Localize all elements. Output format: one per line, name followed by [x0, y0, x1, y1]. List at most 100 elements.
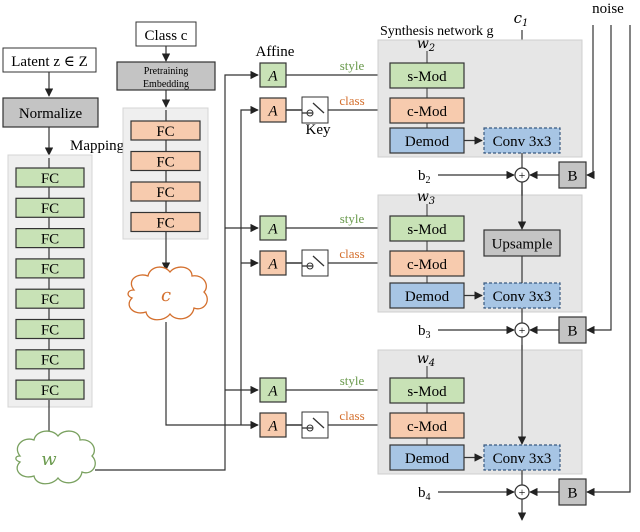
embedding-label-line2: Embedding	[143, 79, 189, 90]
add-node-2: +	[514, 322, 530, 338]
class-affine-3: A	[259, 412, 287, 438]
continuation-ellipsis: ...	[517, 523, 528, 532]
class-fc-2-label: FC	[156, 154, 174, 170]
style-affine-3-label: A	[267, 383, 278, 399]
c-symbol: c	[161, 285, 171, 306]
bias-label-1: b2	[418, 168, 431, 186]
conv3x3-3-label: Conv 3x3	[493, 451, 552, 467]
c1-input: c1	[514, 9, 529, 29]
mapping-fc-4: FC	[15, 258, 85, 279]
s-mod-3: s-Mod	[389, 377, 465, 404]
synthesis-title: Synthesis network g	[380, 24, 494, 39]
mapping-fc-7-label: FC	[41, 353, 59, 369]
demod-2-label: Demod	[405, 289, 450, 305]
mapping-fc-1: FC	[15, 167, 85, 188]
diagram-canvas: Latent z ∈ Z Normalize Mapping FC FC FC FC F…	[2, 1, 631, 532]
key-switch-1[interactable]	[286, 96, 329, 124]
mapping-fc-8: FC	[15, 379, 85, 400]
mapping-fc-2: FC	[15, 197, 85, 218]
noise-scale-box-3: B	[558, 478, 587, 506]
w-latent-cloud: w	[15, 430, 96, 485]
upsample: Upsample	[483, 229, 561, 257]
mapping-fc-8-label: FC	[41, 383, 59, 399]
class-label-2: class	[339, 246, 364, 261]
mapping-fc-7: FC	[15, 349, 85, 370]
class-affine-1-label: A	[267, 103, 278, 119]
affine-row-1: A Astyle class Key	[259, 58, 387, 138]
c-mod-3: c-Mod	[389, 412, 465, 439]
class-affine-2-label: A	[267, 256, 278, 272]
affine-row-2: A Astyle class	[259, 211, 387, 277]
conv3x3-1: Conv 3x3	[483, 127, 561, 154]
key-label: Key	[306, 122, 331, 138]
mapping-fc-3-label: FC	[41, 231, 59, 247]
style-affine-2-label: A	[267, 221, 278, 237]
s-mod-2-label: s-Mod	[407, 222, 447, 238]
c1-subscript: 1	[522, 18, 528, 29]
plus-icon: +	[519, 485, 526, 499]
class-input-box: Class c	[135, 21, 197, 47]
class-fc-3-label: FC	[156, 185, 174, 201]
mapping-fc-2-label: FC	[41, 201, 59, 217]
noise-scale-box-1-label: B	[567, 168, 577, 184]
c-latent-cloud: c	[127, 266, 208, 321]
plus-icon: +	[519, 168, 526, 182]
noise-input-line-2	[586, 25, 612, 335]
class-affine-3-label: A	[267, 418, 278, 434]
s-mod-3-label: s-Mod	[407, 384, 447, 400]
pretraining-embedding-box: Pretraining Embedding	[116, 61, 216, 91]
synthesis-block-1: w2s-Modc-ModDemod Conv 3x3+b2 B	[377, 25, 595, 195]
style-affine-1: A	[259, 62, 287, 88]
normalize-label: Normalize	[19, 106, 83, 122]
class-label-3: class	[339, 408, 364, 423]
class-fc-4-label: FC	[156, 215, 174, 231]
c-mod-2: c-Mod	[389, 250, 465, 277]
c-mod-2-label: c-Mod	[407, 257, 447, 273]
class-affine-2: A	[259, 250, 287, 276]
upsample-label: Upsample	[492, 236, 553, 252]
demod-1-label: Demod	[405, 134, 450, 150]
demod-2: Demod	[389, 282, 465, 309]
key-switch-2[interactable]	[286, 249, 329, 277]
conv3x3-3: Conv 3x3	[483, 444, 561, 471]
s-mod-2: s-Mod	[389, 215, 465, 242]
class-fc-1: FC	[130, 120, 201, 141]
conv3x3-2-label: Conv 3x3	[493, 289, 552, 305]
conv3x3-2: Conv 3x3	[483, 282, 561, 309]
mapping-fc-4-label: FC	[41, 262, 59, 278]
w-style-label-2: w3	[417, 189, 435, 207]
c-bus-to-affine-3	[165, 322, 259, 430]
c-mod-3-label: c-Mod	[407, 419, 447, 435]
c-mod-1-label: c-Mod	[407, 104, 447, 120]
key-switch-3[interactable]	[286, 411, 329, 439]
class-fc-2: FC	[130, 150, 201, 172]
noise-scale-box-1: B	[558, 161, 587, 189]
mapping-fc-1-label: FC	[41, 171, 59, 187]
affine-label: Affine	[256, 44, 295, 60]
demod-1: Demod	[389, 127, 465, 154]
style-label-2: style	[340, 211, 365, 226]
class-label-1: class	[339, 93, 364, 108]
c-mod-1: c-Mod	[389, 97, 465, 124]
embedding-label-line1: Pretraining	[144, 66, 188, 77]
add-node-3: +	[514, 484, 530, 500]
demod-3-label: Demod	[405, 451, 450, 467]
noise-scale-box-2: B	[558, 316, 587, 344]
latent-input-label: Latent z ∈ Z	[11, 54, 88, 70]
mapping-fc-6: FC	[15, 318, 85, 340]
mapping-fc-5-label: FC	[41, 292, 59, 308]
normalize-box: Normalize	[2, 97, 99, 128]
style-affine-2: A	[259, 215, 287, 241]
noise-input-line-1	[586, 25, 595, 180]
class-fc-4: FC	[130, 211, 201, 233]
mapping-fc-6-label: FC	[41, 322, 59, 338]
class-fc-1-label: FC	[156, 124, 174, 140]
bias-label-2: b3	[418, 323, 431, 341]
mapping-label: Mapping	[70, 138, 125, 154]
demod-3: Demod	[389, 444, 465, 471]
s-mod-1-label: s-Mod	[407, 69, 447, 85]
style-label-1: style	[340, 58, 365, 73]
style-affine-3: A	[259, 377, 287, 403]
s-mod-1: s-Mod	[389, 62, 465, 89]
plus-icon: +	[519, 323, 526, 337]
